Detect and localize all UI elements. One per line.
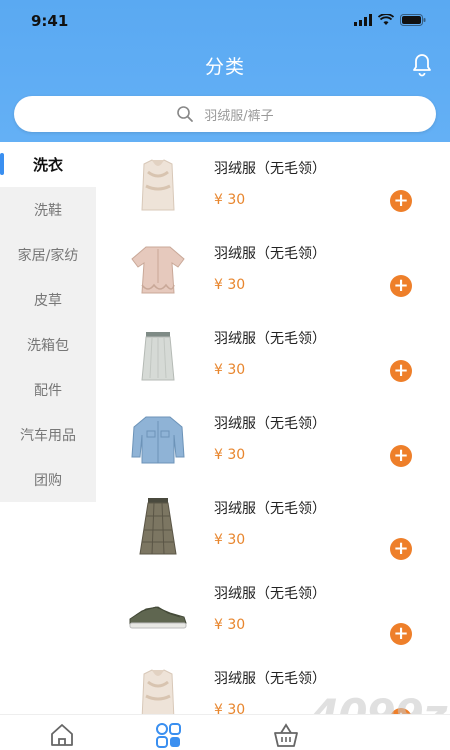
add-button[interactable]: + <box>390 445 412 467</box>
product-price: ¥ 30 <box>214 447 246 463</box>
bell-icon[interactable] <box>408 50 436 78</box>
product-list: 羽绒服（无毛领） ¥ 30 + 羽绒服（无毛领） ¥ 30 + 羽绒服（无毛领）… <box>96 142 450 737</box>
category-icon[interactable] <box>154 721 182 749</box>
status-time: 9:41 <box>31 12 69 30</box>
sidebar-item-label: 洗衣 <box>32 156 63 174</box>
category-sidebar: 洗衣 洗鞋 家居/家纺 皮草 洗箱包 配件 汽车用品 团购 <box>0 142 96 502</box>
sidebar-item-home-textile[interactable]: 家居/家纺 <box>0 232 96 277</box>
add-button[interactable]: + <box>390 538 412 560</box>
list-item[interactable]: 羽绒服（无毛领） ¥ 30 + <box>96 482 450 567</box>
sidebar-item-fur[interactable]: 皮草 <box>0 277 96 322</box>
signal-icon <box>354 14 372 26</box>
add-button[interactable]: + <box>390 623 412 645</box>
blouse-image <box>131 246 185 294</box>
bottom-tab-bar <box>0 714 450 750</box>
page-title: 分类 <box>204 56 245 78</box>
search-input[interactable]: 羽绒服/裤子 <box>14 96 436 132</box>
search-placeholder: 羽绒服/裤子 <box>204 108 274 124</box>
wifi-icon <box>378 14 394 25</box>
sidebar-item-label: 皮草 <box>34 292 62 309</box>
product-name: 羽绒服（无毛领） <box>214 586 326 602</box>
sidebar-item-label: 团购 <box>34 472 62 489</box>
product-name: 羽绒服（无毛领） <box>214 246 326 262</box>
list-item[interactable]: 羽绒服（无毛领） ¥ 30 + <box>96 142 450 227</box>
product-name: 羽绒服（无毛领） <box>214 331 326 347</box>
product-price: ¥ 30 <box>214 617 246 633</box>
home-icon[interactable] <box>48 721 76 749</box>
status-bar: 9:41 <box>0 0 450 44</box>
sidebar-item-car-goods[interactable]: 汽车用品 <box>0 412 96 457</box>
header: 9:41 分类 羽绒服/裤子 <box>0 0 450 142</box>
denim-jacket-image <box>131 416 185 464</box>
sidebar-item-wash-shoes[interactable]: 洗鞋 <box>0 187 96 232</box>
list-item[interactable]: 羽绒服（无毛领） ¥ 30 + <box>96 567 450 652</box>
sidebar-item-accessories[interactable]: 配件 <box>0 367 96 412</box>
plaid-skirt-image <box>139 498 177 555</box>
status-icons <box>354 14 426 26</box>
product-name: 羽绒服（无毛领） <box>214 501 326 517</box>
fur-vest-image <box>141 159 175 211</box>
basket-icon[interactable] <box>272 721 300 749</box>
add-button[interactable]: + <box>390 275 412 297</box>
add-button[interactable]: + <box>390 190 412 212</box>
product-name: 羽绒服（无毛领） <box>214 161 326 177</box>
search-icon <box>177 106 194 122</box>
product-price: ¥ 30 <box>214 362 246 378</box>
skirt-image <box>141 332 175 381</box>
list-item[interactable]: 羽绒服（无毛领） ¥ 30 + <box>96 227 450 312</box>
sidebar-item-group-buy[interactable]: 团购 <box>0 457 96 502</box>
battery-icon <box>400 14 426 26</box>
list-item[interactable]: 羽绒服（无毛领） ¥ 30 + <box>96 312 450 397</box>
product-name: 羽绒服（无毛领） <box>214 416 326 432</box>
sneaker-image <box>129 606 187 629</box>
add-button[interactable]: + <box>390 360 412 382</box>
sidebar-item-label: 汽车用品 <box>20 427 76 444</box>
sidebar-item-bags[interactable]: 洗箱包 <box>0 322 96 367</box>
list-item[interactable]: 羽绒服（无毛领） ¥ 30 + <box>96 397 450 482</box>
sidebar-item-label: 洗鞋 <box>34 202 62 219</box>
sidebar-item-label: 配件 <box>34 382 62 399</box>
product-price: ¥ 30 <box>214 277 246 293</box>
sidebar-item-label: 家居/家纺 <box>17 247 79 264</box>
product-name: 羽绒服（无毛领） <box>214 671 326 687</box>
sidebar-item-wash-clothes[interactable]: 洗衣 <box>0 142 96 187</box>
product-price: ¥ 30 <box>214 532 246 548</box>
sidebar-item-label: 洗箱包 <box>27 337 69 354</box>
product-price: ¥ 30 <box>214 192 246 208</box>
